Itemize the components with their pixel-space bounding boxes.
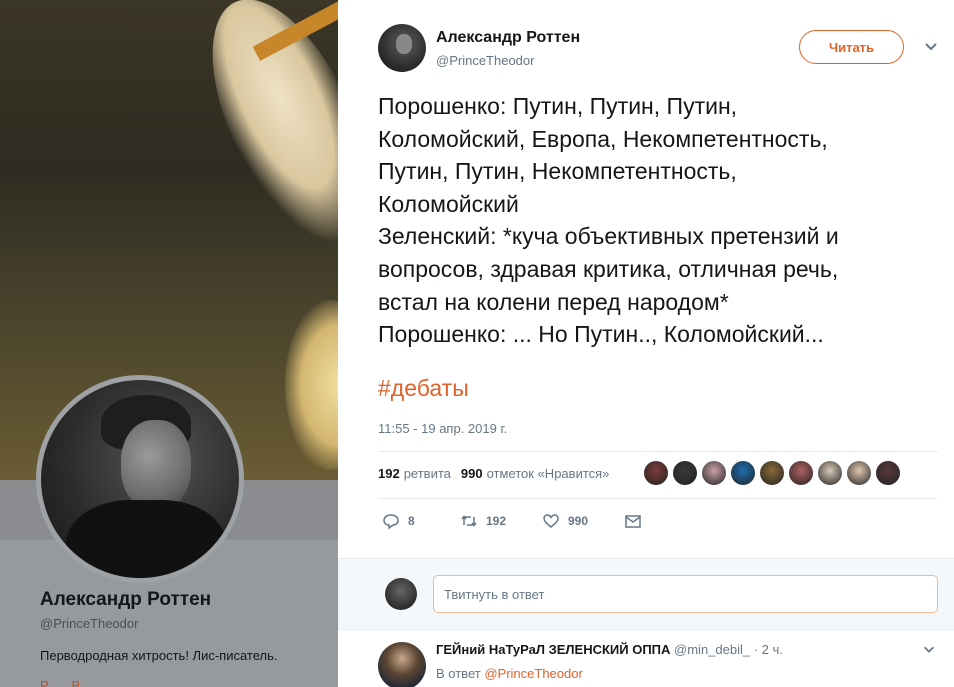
liker-avatar[interactable] (818, 461, 842, 485)
author-handle[interactable]: @PrinceTheodor (436, 53, 534, 68)
tweet-actions: 8 192 990 (382, 512, 650, 530)
profile-location[interactable]: Р... ...В... (40, 678, 91, 687)
reply-author-line: ГЕЙний НаТуРаЛ ЗЕЛЕНСКИЙ ОППА @min_debil… (436, 642, 783, 657)
tweet-timestamp[interactable]: 11:55 - 19 апр. 2019 г. (378, 421, 507, 436)
reply-composer: Твитнуть в ответ (338, 558, 954, 630)
profile-bio: Перводродная хитрость! Лис-писатель. (40, 648, 278, 663)
profile-avatar[interactable] (36, 375, 244, 583)
tweet-stats: 192 ретвита 990 отметок «Нравится» (378, 466, 609, 481)
likers-avatars (644, 461, 900, 485)
retweet-icon (461, 515, 477, 527)
current-user-avatar (385, 578, 417, 610)
reply-author-avatar[interactable] (378, 642, 426, 687)
chevron-down-icon[interactable] (922, 642, 936, 656)
tweet-modal: Александр Роттен @PrinceTheodor Читать П… (338, 0, 954, 687)
hashtag-link[interactable]: #дебаты (378, 375, 469, 402)
retweets-stat[interactable]: 192 ретвита (378, 466, 451, 481)
profile-name[interactable]: Александр Роттен (40, 589, 211, 611)
reply-icon (383, 514, 399, 530)
retweet-action[interactable]: 192 (460, 512, 542, 530)
chevron-down-icon[interactable] (923, 38, 939, 54)
reply-author-name[interactable]: ГЕЙний НаТуРаЛ ЗЕЛЕНСКИЙ ОППА (436, 642, 670, 657)
liker-avatar[interactable] (847, 461, 871, 485)
banner-art-highlight (180, 0, 338, 264)
liker-avatar[interactable] (760, 461, 784, 485)
reply-action[interactable]: 8 (382, 512, 460, 530)
author-avatar[interactable] (378, 24, 426, 72)
liker-avatar[interactable] (702, 461, 726, 485)
envelope-icon (625, 515, 641, 528)
profile-handle[interactable]: @PrinceTheodor (40, 616, 138, 631)
liker-avatar[interactable] (731, 461, 755, 485)
liker-avatar[interactable] (789, 461, 813, 485)
reply-mention-link[interactable]: @PrinceTheodor (484, 666, 582, 681)
direct-message-action[interactable] (624, 512, 650, 530)
follow-button[interactable]: Читать (799, 30, 904, 64)
reply-author-handle[interactable]: @min_debil_ (674, 642, 750, 657)
banner-art-lower-highlight (285, 300, 338, 470)
tweet-header: Александр Роттен @PrinceTheodor Читать (378, 24, 938, 74)
in-reply-to: В ответ @PrinceTheodor (436, 666, 583, 681)
reply-tweet[interactable]: ГЕЙний НаТуРаЛ ЗЕЛЕНСКИЙ ОППА @min_debil… (338, 630, 954, 687)
heart-icon (543, 514, 559, 528)
reply-time[interactable]: · 2 ч. (754, 642, 783, 657)
tweet-text: Порошенко: Путин, Путин, Путин, Коломойс… (378, 93, 839, 348)
divider (378, 451, 938, 452)
divider (378, 498, 938, 499)
reply-input[interactable]: Твитнуть в ответ (433, 575, 938, 613)
like-action[interactable]: 990 (542, 512, 624, 530)
author-name[interactable]: Александр Роттен (436, 29, 580, 47)
likes-stat[interactable]: 990 отметок «Нравится» (461, 466, 610, 481)
liker-avatar[interactable] (673, 461, 697, 485)
liker-avatar[interactable] (644, 461, 668, 485)
liker-avatar[interactable] (876, 461, 900, 485)
